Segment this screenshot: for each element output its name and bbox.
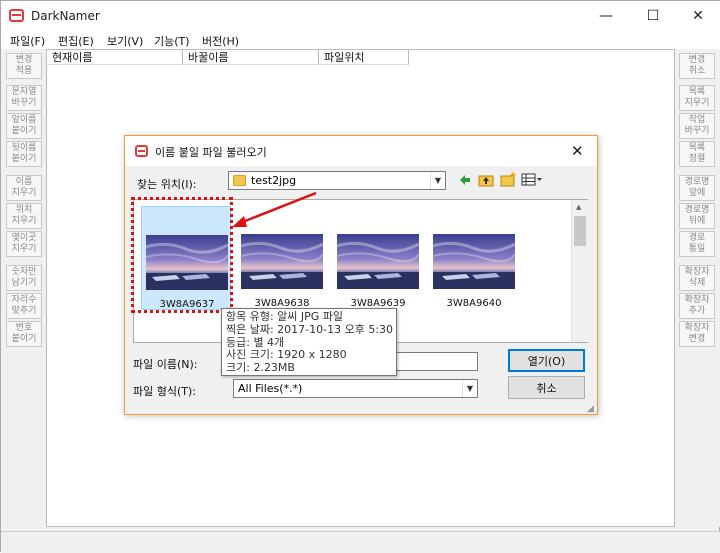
scroll-thumb[interactable]	[574, 216, 586, 246]
status-bar	[1, 531, 720, 553]
swap-task-button[interactable]: 작업 바꾸기	[679, 113, 715, 139]
pad-digits-button[interactable]: 자리수 맞추기	[6, 293, 42, 319]
back-icon[interactable]	[458, 173, 472, 187]
erase-name-button[interactable]: 이름 지우기	[6, 175, 42, 201]
sort-list-button[interactable]: 목록 정렬	[679, 141, 715, 167]
menu-bar: 파일(F) 편집(E) 보기(V) 기능(T) 버전(H)	[1, 31, 720, 49]
resize-grip-icon[interactable]: ◢	[587, 404, 594, 414]
look-in-value: test2jpg	[251, 174, 297, 187]
menu-function[interactable]: 기능(T)	[154, 33, 190, 49]
chevron-down-icon[interactable]: ▼	[430, 172, 445, 189]
tooltip-date: 찍은 날짜: 2017-10-13 오후 5:30	[226, 322, 394, 336]
change-extension-button[interactable]: 확장자 변경	[679, 321, 715, 347]
sunset-photo-icon	[241, 234, 323, 289]
app-icon	[9, 9, 24, 22]
highlight-box	[131, 197, 233, 313]
column-current-name[interactable]: 현재이름	[47, 50, 183, 65]
maximize-icon[interactable]: ☐	[630, 1, 676, 31]
undo-change-button[interactable]: 변경 취소	[679, 53, 715, 79]
view-menu-icon[interactable]	[521, 173, 543, 186]
dialog-app-icon	[135, 145, 148, 157]
column-file-location[interactable]: 파일위치	[319, 50, 409, 65]
file-type-label: 파일 형식(T):	[133, 385, 196, 398]
erase-part-button[interactable]: 몇이곳 지우기	[6, 231, 42, 257]
cancel-button[interactable]: 취소	[508, 376, 585, 399]
folder-icon	[233, 175, 246, 186]
erase-position-button[interactable]: 위치 지우기	[6, 203, 42, 229]
file-name: 3W8A9640	[446, 298, 502, 309]
tooltip-size: 크기: 2.23MB	[226, 361, 295, 375]
minimize-icon[interactable]: —	[583, 1, 629, 31]
image-thumbnail	[337, 234, 419, 289]
path-prefix-button[interactable]: 경로명 앞에	[679, 175, 715, 201]
keep-numbers-button[interactable]: 숫자만 남기기	[6, 265, 42, 291]
right-tool-panel: 변경 취소 목록 지우기 작업 바꾸기 목록 정렬 경로명 앞에 경로명 뒤에 …	[676, 49, 720, 527]
add-extension-button[interactable]: 확장자 추가	[679, 293, 715, 319]
open-button[interactable]: 열기(O)	[508, 349, 585, 372]
replace-string-button[interactable]: 문자열 바꾸기	[6, 85, 42, 111]
look-in-combo[interactable]: test2jpg ▼	[228, 171, 446, 190]
image-thumbnail	[241, 234, 323, 289]
title-bar: DarkNamer — ☐ ✕	[1, 1, 720, 31]
dialog-title: 이름 붙일 파일 불러오기	[155, 146, 267, 159]
vertical-scrollbar[interactable]: ▲	[571, 200, 588, 342]
look-in-label: 찾는 위치(I):	[137, 178, 197, 191]
prefix-name-button[interactable]: 앞이름 붙이기	[6, 113, 42, 139]
file-type-value: All Files(*.*)	[238, 382, 303, 395]
menu-view[interactable]: 보기(V)	[107, 33, 143, 49]
clear-list-button[interactable]: 목록 지우기	[679, 85, 715, 111]
image-thumbnail	[433, 234, 515, 289]
dialog-close-icon[interactable]: ✕	[571, 142, 584, 160]
column-new-name[interactable]: 바꿀이름	[183, 50, 319, 65]
add-number-button[interactable]: 번호 붙이기	[6, 321, 42, 347]
new-folder-icon[interactable]	[500, 171, 517, 187]
chevron-down-icon[interactable]: ▼	[462, 380, 477, 397]
menu-version[interactable]: 버전(H)	[202, 33, 239, 49]
file-tile[interactable]: 3W8A9640	[429, 206, 519, 310]
up-folder-icon[interactable]	[478, 172, 494, 187]
window-title: DarkNamer	[31, 9, 100, 23]
sunset-photo-icon	[337, 234, 419, 289]
red-arrow-icon	[232, 191, 317, 227]
menu-file[interactable]: 파일(F)	[10, 33, 45, 49]
file-info-tooltip: 항목 유형: 알씨 JPG 파일 찍은 날짜: 2017-10-13 오후 5:…	[221, 308, 397, 376]
close-icon[interactable]: ✕	[675, 1, 720, 31]
path-suffix-button[interactable]: 경로명 뒤에	[679, 203, 715, 229]
file-type-select[interactable]: All Files(*.*) ▼	[233, 379, 478, 398]
file-name-label: 파일 이름(N):	[133, 358, 198, 371]
unify-path-button[interactable]: 경로 통일	[679, 231, 715, 257]
sunset-photo-icon	[433, 234, 515, 289]
file-tile[interactable]: 3W8A9639	[333, 206, 423, 310]
dialog-title-bar: 이름 붙일 파일 불러오기 ✕	[125, 136, 597, 166]
tooltip-type: 항목 유형: 알씨 JPG 파일	[226, 310, 344, 323]
menu-edit[interactable]: 편집(E)	[58, 33, 94, 49]
delete-extension-button[interactable]: 확장자 삭제	[679, 265, 715, 291]
apply-change-button[interactable]: 변경 적용	[6, 53, 42, 79]
scroll-up-icon[interactable]: ▲	[576, 203, 581, 211]
suffix-name-button[interactable]: 뒷이름 붙이기	[6, 141, 42, 167]
left-tool-panel: 변경 적용 문자열 바꾸기 앞이름 붙이기 뒷이름 붙이기 이름 지우기 위치 …	[1, 49, 45, 527]
